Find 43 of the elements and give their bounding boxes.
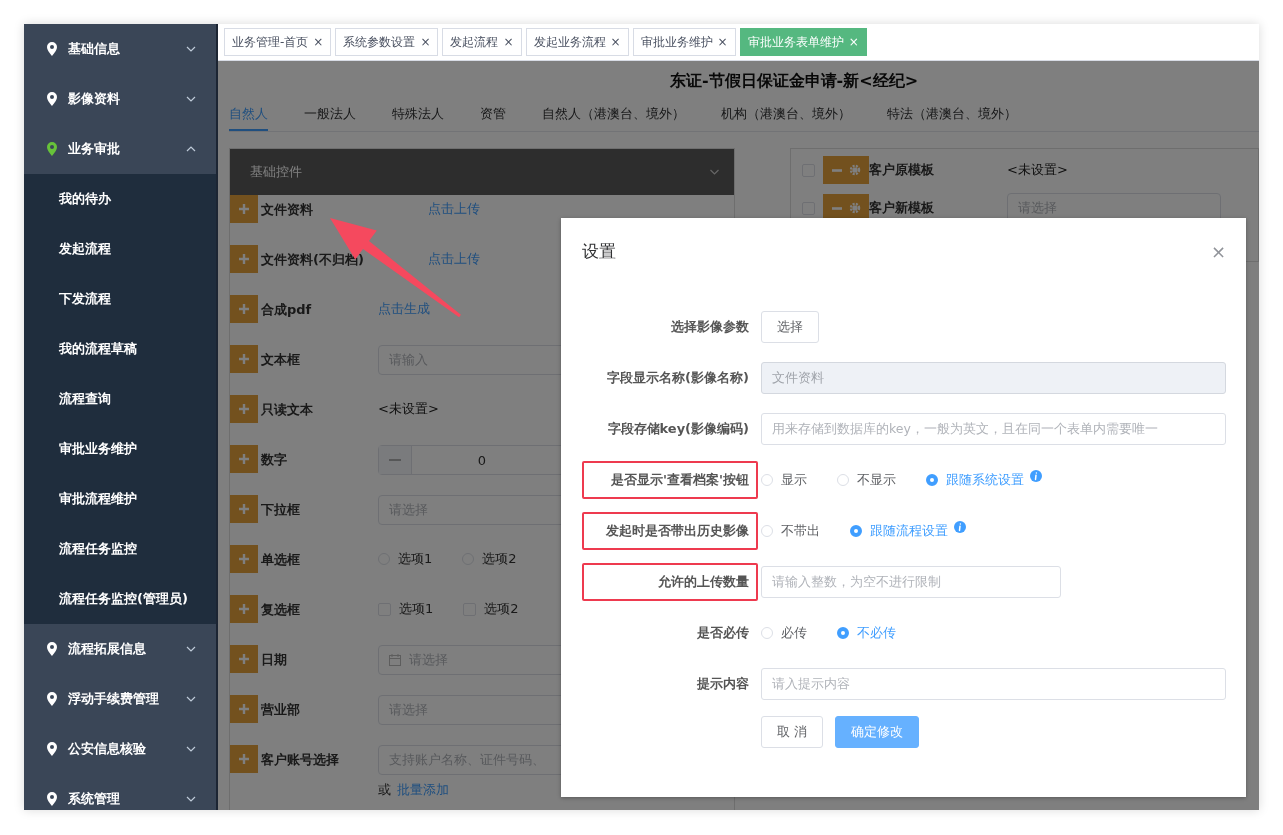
control-label: 日期: [260, 651, 288, 669]
option-label: 选项2: [484, 600, 519, 618]
control-label: 合成pdf: [260, 301, 313, 319]
control-label: 复选框: [260, 601, 301, 619]
tab-label: 系统参数设置: [343, 33, 416, 51]
option-label: 选项1: [399, 600, 434, 618]
option-label: 选项1: [398, 550, 433, 568]
control-label: 数字: [260, 451, 288, 469]
control-label: 下拉框: [260, 501, 301, 519]
field-label: 提示内容: [696, 675, 750, 693]
dialog-title: 设置: [582, 239, 616, 263]
tab-label: 审批业务表单维护: [747, 33, 844, 51]
option-label: 选项2: [482, 550, 517, 568]
highlighted-field-label: 是否显示'查看档案'按钮: [582, 461, 758, 499]
tab-label: 审批业务维护: [640, 33, 713, 51]
field-label: 是否必传: [696, 624, 750, 642]
option-label: 不显示: [857, 471, 896, 489]
tab-label: 发起流程: [450, 33, 499, 51]
field-label: 客户原模板: [869, 161, 935, 179]
option-label: 不必传: [857, 624, 896, 642]
control-label: 营业部: [260, 701, 301, 719]
control-label: 客户账号选择: [260, 751, 340, 769]
tab-label: 发起业务流程: [533, 33, 606, 51]
option-label: 必传: [781, 624, 807, 642]
option-label: 跟随系统设置: [946, 471, 1024, 489]
control-label: 文本框: [260, 351, 301, 369]
control-label: 只读文本: [260, 401, 314, 419]
tab-label: 业务管理-首页: [232, 33, 309, 51]
readonly-text: <未设置>: [1007, 161, 1068, 179]
or-text: 或: [378, 781, 391, 799]
page-title: 东证-节假日保证金申请-新<经纪>: [668, 70, 920, 92]
highlighted-field-label: 发起时是否带出历史影像: [582, 512, 758, 550]
readonly-text: <未设置>: [378, 400, 439, 418]
field-label: 客户新模板: [869, 199, 935, 217]
field-label: 字段存储key(影像编码): [606, 420, 750, 438]
option-label: 不带出: [781, 522, 820, 540]
panel-title: 基础控件: [250, 163, 302, 181]
field-label: 选择影像参数: [670, 318, 750, 336]
control-label: 文件资料: [260, 201, 314, 219]
control-label: 单选框: [260, 551, 301, 569]
option-label: 跟随流程设置: [870, 522, 948, 540]
highlighted-field-label: 允许的上传数量: [582, 563, 758, 601]
option-label: 显示: [781, 471, 807, 489]
